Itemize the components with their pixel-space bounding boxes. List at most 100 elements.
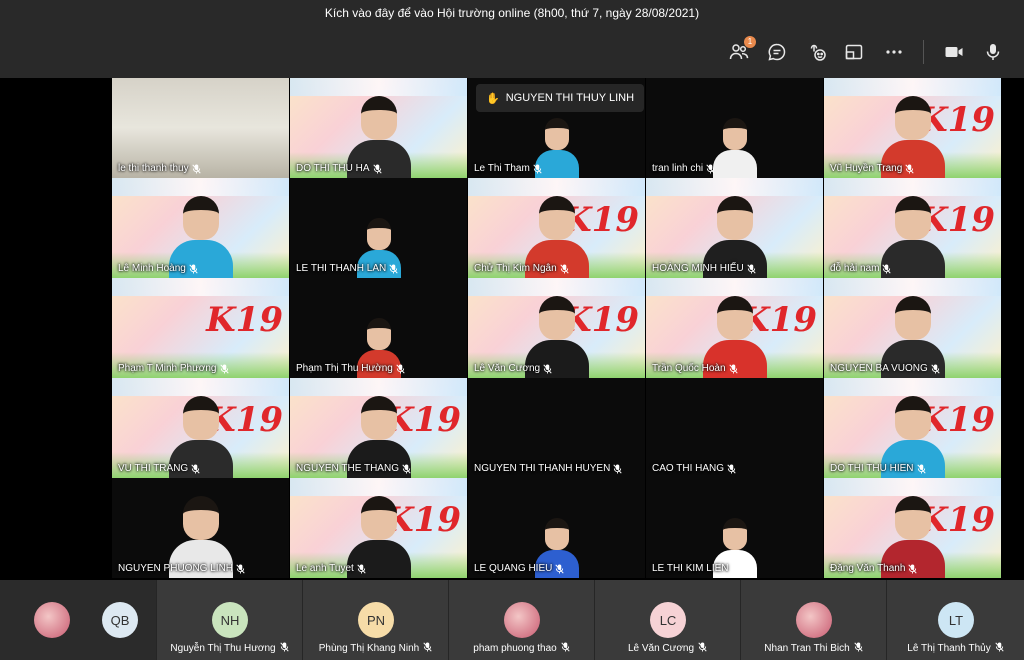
video-tile[interactable]: Phạm Thị Thu Hường <box>290 278 467 378</box>
video-tile[interactable]: K19 đỗ hải nam <box>824 178 1001 278</box>
participant-strip-tile[interactable]: LT Lê Thị Thanh Thủy <box>886 580 1024 660</box>
participant-strip-tile[interactable]: Nhan Tran Thi Bich <box>740 580 886 660</box>
video-tile[interactable]: tran linh chi <box>646 78 823 178</box>
more-options-button[interactable] <box>880 38 908 66</box>
microphone-icon <box>986 44 1000 60</box>
participant-strip-tile[interactable]: QB <box>78 580 156 660</box>
mic-off-icon <box>931 363 940 374</box>
video-tile[interactable]: K19 DO THI THU HIEN <box>824 378 1001 478</box>
avatar: QB <box>102 602 138 638</box>
video-tile[interactable]: NGUYEN PHUONG LINH <box>112 478 289 578</box>
toolbar-divider <box>923 40 924 64</box>
participant-strip-tile[interactable]: PN Phùng Thị Khang Ninh <box>302 580 448 660</box>
mic-off-icon <box>396 363 405 374</box>
video-tile[interactable]: NGUYEN BA VUONG <box>824 278 1001 378</box>
participant-strip-tile[interactable] <box>0 580 78 660</box>
video-tile[interactable]: DO THI THU HA <box>290 78 467 178</box>
reactions-button[interactable] <box>803 38 831 66</box>
video-tile[interactable]: K19 Lê Văn Cương <box>468 278 645 378</box>
participant-name: NGUYEN THE THANG <box>296 463 411 474</box>
mic-off-icon <box>279 642 289 652</box>
video-tile[interactable]: K19 Le anh Tuyet <box>290 478 467 578</box>
microphone-button[interactable] <box>979 38 1007 66</box>
video-tile[interactable]: K19 Chử Thị Kim Ngân <box>468 178 645 278</box>
meeting-title-bar[interactable]: Kích vào đây để vào Hội trường online (8… <box>0 0 1024 26</box>
mic-off-icon <box>916 463 926 474</box>
participant-strip-tile[interactable]: LC Lê Văn Cương <box>594 580 740 660</box>
mic-off-icon <box>905 163 914 174</box>
participant-name: LE QUANG HIEU <box>474 563 565 574</box>
mic-off-icon <box>727 463 736 474</box>
video-tile[interactable]: K19 Vũ Huyền Trang <box>824 78 1001 178</box>
video-tile[interactable]: K19 Đặng Văn Thanh <box>824 478 1001 578</box>
participant-name: HOÀNG MINH HIẾU <box>652 263 756 274</box>
avatar <box>796 602 832 638</box>
video-tile[interactable]: LE THI THANH LAN <box>290 178 467 278</box>
mic-off-icon <box>908 563 918 574</box>
participant-strip-tile[interactable]: pham phuong thao <box>448 580 594 660</box>
participant-name: Nhan Tran Thi Bich <box>741 642 886 654</box>
video-tile[interactable]: HOÀNG MINH HIẾU <box>646 178 823 278</box>
mic-off-icon <box>731 563 741 574</box>
participants-badge: 1 <box>744 36 756 48</box>
avatar: NH <box>212 602 248 638</box>
video-tile[interactable]: LE THI KIM LIEN <box>646 478 823 578</box>
mic-off-icon <box>533 163 542 174</box>
avatar <box>504 602 540 638</box>
participant-name: pham phuong thao <box>449 642 594 654</box>
reactions-icon <box>810 44 826 61</box>
participant-name: Vũ Huyền Trang <box>830 163 914 174</box>
video-grid: le thi thanh thuy DO THI THU HA Le Thi Tha… <box>0 78 1024 580</box>
participant-name: NGUYEN BA VUONG <box>830 363 940 374</box>
video-tile[interactable]: CAO THI HANG <box>646 378 823 478</box>
meeting-title[interactable]: Kích vào đây để vào Hội trường online (8… <box>325 6 699 20</box>
participant-name: Chử Thị Kim Ngân <box>474 263 569 274</box>
participant-name: Phạm T Minh Phương <box>118 363 229 374</box>
more-icon <box>886 50 902 54</box>
participant-name: Le anh Tuyet <box>296 563 366 574</box>
participants-button[interactable]: 1 <box>725 36 756 66</box>
video-tile[interactable]: NGUYEN THI THANH HUYEN <box>468 378 645 478</box>
avatar <box>34 602 70 638</box>
mic-off-icon <box>389 263 398 274</box>
participant-name: VU THI TRANG <box>118 463 200 474</box>
meeting-toolbar: 1 <box>0 26 1024 78</box>
participant-name: DO THI THU HIEN <box>830 463 926 474</box>
share-tray-icon <box>845 44 863 60</box>
participant-name: Phùng Thị Khang Ninh <box>303 642 448 654</box>
camera-icon <box>945 47 963 57</box>
chat-button[interactable] <box>763 38 791 66</box>
video-tile[interactable]: LE QUANG HIEU <box>468 478 645 578</box>
participant-name: Lê Văn Cương <box>474 363 552 374</box>
participant-name: NGUYEN THI THANH HUYEN <box>474 463 622 474</box>
mic-off-icon <box>372 163 382 174</box>
mic-off-icon <box>560 263 569 274</box>
mic-off-icon <box>728 363 738 374</box>
video-tile[interactable]: K19 NGUYEN THE THANG <box>290 378 467 478</box>
participant-strip: QB NH Nguyễn Thị Thu Hương PN Phùng Thị Khan… <box>0 580 1024 660</box>
participant-name: Đặng Văn Thanh <box>830 563 918 574</box>
mic-off-icon <box>706 163 715 174</box>
mic-off-icon <box>882 263 892 274</box>
participant-name: DO THI THU HA <box>296 163 382 174</box>
participant-strip-tile[interactable]: NH Nguyễn Thị Thu Hương <box>156 580 302 660</box>
share-tray-button[interactable] <box>840 38 868 66</box>
video-tile[interactable]: K19 VU THI TRANG <box>112 378 289 478</box>
participant-name: NGUYEN PHUONG LINH <box>118 563 245 574</box>
mic-off-icon <box>561 642 570 652</box>
video-tile[interactable]: Lê Minh Hoàng <box>112 178 289 278</box>
participant-name: Lê Văn Cương <box>595 642 740 654</box>
participant-name: đỗ hải nam <box>830 263 892 274</box>
camera-button[interactable] <box>940 38 968 66</box>
mic-off-icon <box>995 642 1004 652</box>
video-tile[interactable]: K19 Trần Quốc Hoàn <box>646 278 823 378</box>
participant-name: LE THI KIM LIEN <box>652 563 741 574</box>
video-tile[interactable]: K19 Phạm T Minh Phương <box>112 278 289 378</box>
mic-off-icon <box>854 642 863 652</box>
mic-off-icon <box>219 363 229 374</box>
mic-off-icon <box>236 563 245 574</box>
video-tile[interactable]: le thi thanh thuy <box>112 78 289 178</box>
mic-off-icon <box>555 563 565 574</box>
avatar: PN <box>358 602 394 638</box>
mic-off-icon <box>191 163 201 174</box>
